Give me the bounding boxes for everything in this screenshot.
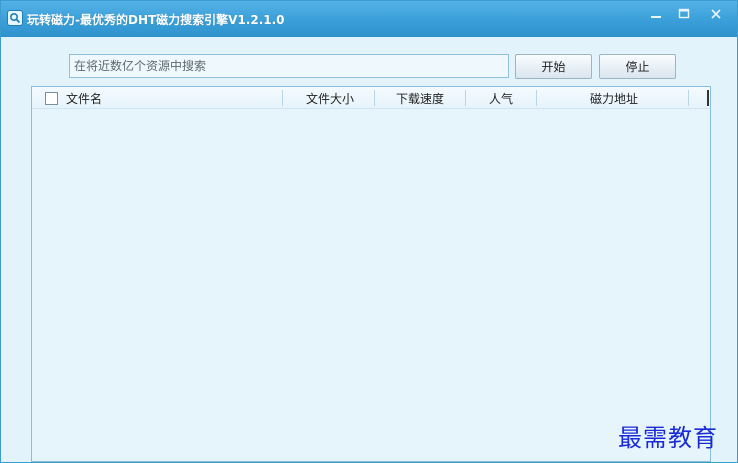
column-header-filesize[interactable]: 文件大小 (306, 87, 354, 109)
header-end-divider (707, 90, 709, 106)
start-button[interactable]: 开始 (515, 54, 592, 79)
minimize-icon (651, 16, 661, 18)
results-list[interactable]: 文件名 文件大小 下载速度 人气 磁力地址 (31, 86, 711, 462)
column-header-filename[interactable]: 文件名 (66, 87, 102, 109)
column-divider[interactable] (374, 90, 375, 106)
select-all-checkbox[interactable] (45, 92, 58, 105)
main-panel: 开始 停止 文件名 文件大小 下载速度 人气 磁力地址 (1, 37, 737, 462)
close-icon (711, 9, 721, 19)
column-divider[interactable] (282, 90, 283, 106)
column-divider[interactable] (536, 90, 537, 106)
column-header-download-speed[interactable]: 下载速度 (396, 87, 444, 109)
column-header-magnet-link[interactable]: 磁力地址 (590, 87, 638, 109)
maximize-button[interactable] (671, 4, 697, 24)
magnet-search-icon (7, 10, 23, 26)
close-button[interactable] (701, 4, 731, 24)
column-divider[interactable] (688, 90, 689, 106)
column-divider[interactable] (465, 90, 466, 106)
results-body[interactable] (32, 110, 710, 461)
search-input[interactable] (69, 54, 509, 78)
minimize-button[interactable] (643, 4, 669, 24)
watermark-text: 最需教育 (618, 424, 718, 452)
maximize-icon (678, 8, 690, 19)
column-header-popularity[interactable]: 人气 (489, 87, 513, 109)
window-title: 玩转磁力-最优秀的DHT磁力搜索引擎V1.2.1.0 (27, 13, 285, 27)
title-bar[interactable]: 玩转磁力-最优秀的DHT磁力搜索引擎V1.2.1.0 (1, 1, 737, 37)
results-header: 文件名 文件大小 下载速度 人气 磁力地址 (32, 87, 710, 109)
stop-button[interactable]: 停止 (599, 54, 676, 79)
app-window: 玩转磁力-最优秀的DHT磁力搜索引擎V1.2.1.0 开始 停止 文件名 文件大… (0, 0, 738, 463)
